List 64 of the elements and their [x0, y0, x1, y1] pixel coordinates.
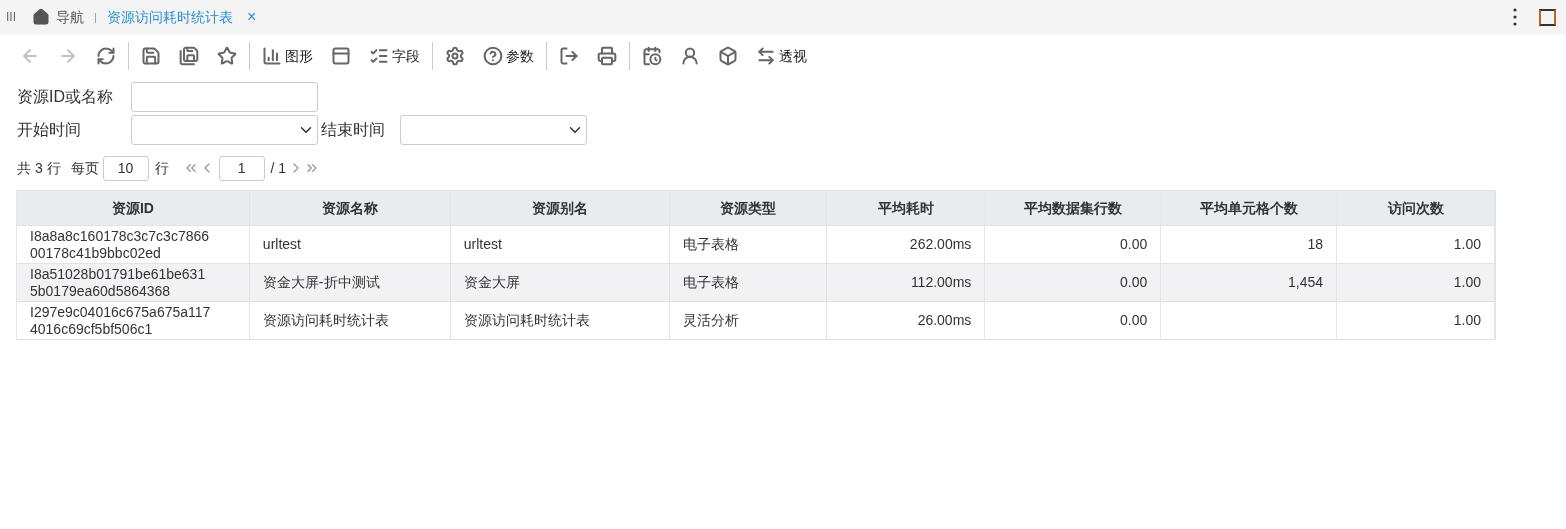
- table-cell-text: 电子表格: [682, 235, 739, 254]
- menu-icon[interactable]: III: [6, 8, 16, 26]
- print-icon: [597, 46, 617, 66]
- table-cell-text: I8a8a8c160178c3c7c3c7866 00178c41b9bbc02ed: [30, 227, 211, 262]
- cube-icon: [718, 46, 738, 66]
- field-label: 开始时间: [17, 120, 82, 140]
- table-cell-text: 灵活分析: [682, 311, 739, 330]
- per-page-label: 每页: [70, 158, 99, 178]
- star-icon: [217, 46, 237, 66]
- toolbar-button[interactable]: 字段: [365, 42, 424, 70]
- toolbar-button[interactable]: 图形: [258, 42, 317, 70]
- table-cell-text: 0.00: [1119, 235, 1148, 254]
- table-cell-text: urltest: [262, 235, 301, 254]
- maximize-icon[interactable]: [1539, 8, 1556, 26]
- table-cell-text: I8a51028b01791be61be631 5b0179ea60d5864368: [30, 265, 207, 300]
- layout-icon: [331, 46, 351, 66]
- field-label: 资源ID或名称: [17, 87, 114, 107]
- table-cell-text: 资金大屏-折中测试: [262, 273, 380, 292]
- table-cell-text: 1,454: [1288, 273, 1324, 292]
- page-number-field[interactable]: 1: [218, 155, 265, 181]
- save-as-icon: [179, 46, 199, 66]
- pivot-icon: [756, 46, 776, 66]
- table-cell-text: 18: [1307, 235, 1324, 254]
- refresh-icon: [96, 46, 116, 66]
- page-size-field[interactable]: 10: [102, 155, 149, 181]
- row-count: 共 3 行: [17, 158, 61, 178]
- table-cell-text: 资源访问耗时统计表: [463, 311, 590, 330]
- tab-separator: |: [94, 9, 97, 25]
- user-icon: [680, 46, 700, 66]
- checklist-icon: [369, 46, 389, 66]
- table-cell-text: 26.00ms: [917, 311, 972, 330]
- more-icon[interactable]: [1513, 8, 1517, 26]
- table-row[interactable]: I8a8a8c160178c3c7c3c7866 00178c41b9bbc02ed urltest urltest 电子表格 262.00ms 0.00 18 1.00: [17, 225, 1495, 263]
- table-cell-text: 112.00ms: [910, 273, 972, 292]
- home-icon[interactable]: [32, 8, 50, 26]
- table-cell-text: 资源访问耗时统计表: [262, 311, 389, 330]
- table-cell-text: 资金大屏: [463, 273, 520, 292]
- toolbar-button[interactable]: 参数: [479, 42, 538, 70]
- toolbar-button[interactable]: 透视: [752, 42, 811, 70]
- table-cell-text: 1.00: [1453, 311, 1481, 330]
- bar-chart-icon: [262, 46, 282, 66]
- field-label: 结束时间: [320, 120, 386, 140]
- settings-icon: [445, 46, 465, 66]
- page-count: / 1: [270, 158, 287, 178]
- table-cell-text: urltest: [463, 235, 502, 254]
- save-icon: [141, 46, 161, 66]
- export-icon: [559, 46, 579, 66]
- start-time-select[interactable]: [131, 115, 318, 145]
- table-cell-text: 0.00: [1119, 311, 1148, 330]
- table-cell-text: 262.00ms: [909, 235, 972, 254]
- help-icon: [483, 46, 503, 66]
- table-cell-text: 0.00: [1119, 273, 1148, 292]
- back-icon: [20, 46, 40, 66]
- name-input-field[interactable]: [131, 82, 318, 112]
- nav-tab[interactable]: 导航: [56, 6, 84, 28]
- table-row[interactable]: I8a51028b01791be61be631 5b0179ea60d5864368 资金大屏-折中测试 资金大屏 电子表格 112.00ms 0.00 1,454 1.00: [17, 263, 1495, 301]
- table-cell-text: I297e9c04016c675a675a117 4016c69cf5bf506c1: [30, 303, 212, 338]
- calendar-clock-icon: [642, 46, 662, 66]
- rows-unit: 行: [154, 158, 169, 178]
- table-row[interactable]: I297e9c04016c675a675a117 4016c69cf5bf506c1 资源访问耗时统计表 资源访问耗时统计表 灵活分析 26.00ms 0.00 1.00: [17, 301, 1495, 339]
- table-cell-text: 1.00: [1453, 273, 1481, 292]
- table-cell-text: 1.00: [1453, 235, 1481, 254]
- table-cell-text: 电子表格: [682, 273, 739, 292]
- forward-icon: [58, 46, 78, 66]
